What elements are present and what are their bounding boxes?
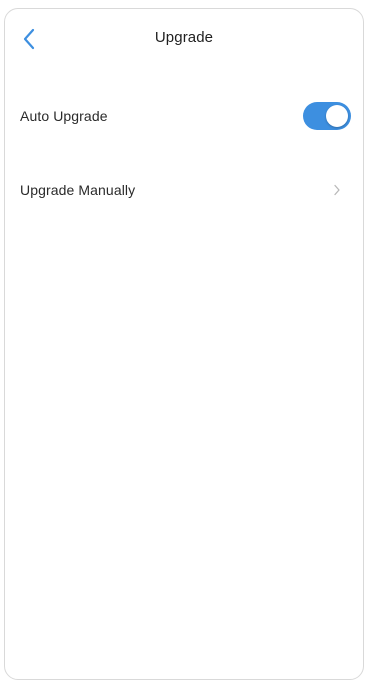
chevron-right-icon (329, 182, 345, 198)
chevron-left-icon (22, 28, 36, 50)
auto-upgrade-row: Auto Upgrade (5, 79, 363, 153)
auto-upgrade-label: Auto Upgrade (20, 108, 108, 124)
upgrade-manually-label: Upgrade Manually (20, 182, 136, 198)
header: Upgrade (5, 9, 363, 71)
upgrade-manually-row[interactable]: Upgrade Manually (5, 153, 363, 227)
settings-list: Auto Upgrade Upgrade Manually (5, 79, 363, 227)
page-title: Upgrade (154, 29, 214, 46)
toggle-knob (326, 105, 348, 127)
auto-upgrade-toggle[interactable] (303, 102, 351, 130)
back-button[interactable] (15, 23, 43, 55)
upgrade-screen: Upgrade Auto Upgrade Upgrade Manually (4, 8, 364, 680)
